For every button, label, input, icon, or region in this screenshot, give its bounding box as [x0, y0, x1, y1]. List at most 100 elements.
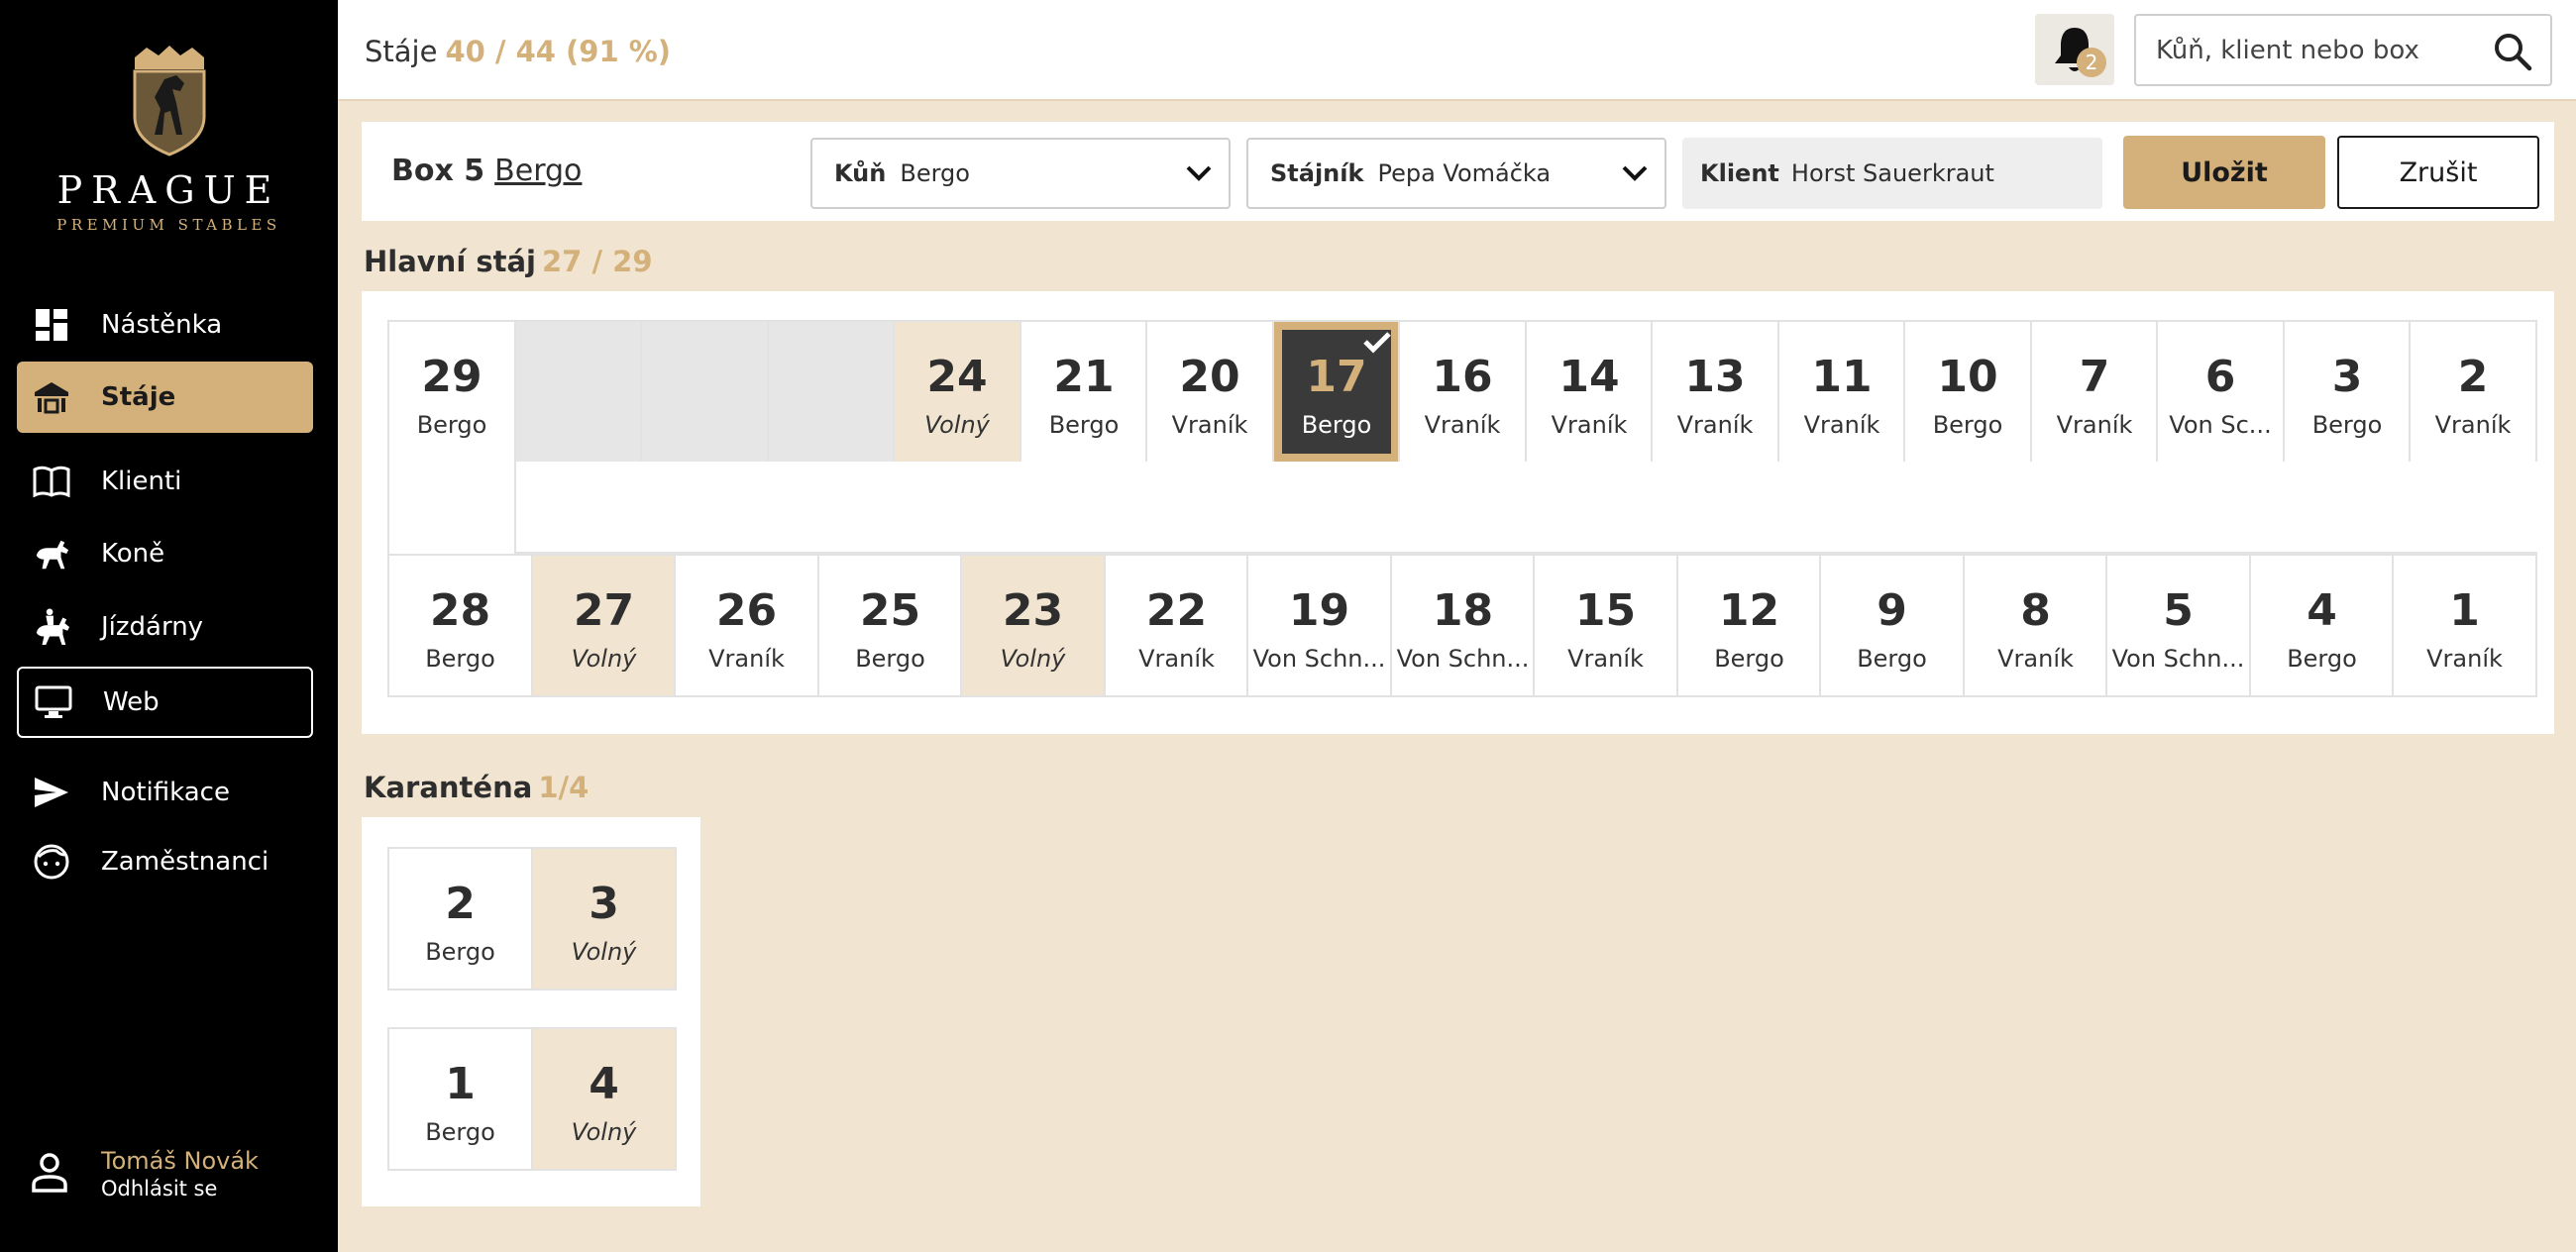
stall-horse-name: Bergo: [1301, 411, 1372, 439]
nav-item-klienti[interactable]: Klienti: [17, 446, 313, 517]
notifications-button[interactable]: 2: [2035, 14, 2114, 85]
stall-box-2[interactable]: 2 Bergo: [387, 847, 533, 991]
stall-box-22[interactable]: 22 Vraník: [1104, 554, 1249, 697]
stall-box-13[interactable]: 13 Vraník: [1651, 320, 1779, 464]
stall-box-17[interactable]: 17 Bergo: [1272, 320, 1401, 464]
save-button[interactable]: Uložit: [2123, 136, 2325, 209]
stall-box-2[interactable]: 2 Vraník: [2409, 320, 2537, 464]
nav-item-zamestnanci[interactable]: Zaměstnanci: [17, 826, 313, 897]
brand-title: PRAGUE: [56, 168, 281, 212]
stall-horse-name: Vraník: [1997, 645, 2074, 673]
stall-horse-name: Von Schn...: [1396, 645, 1530, 673]
stall-box-14[interactable]: 14 Vraník: [1525, 320, 1654, 464]
stall-number: 20: [1179, 352, 1240, 402]
notification-count-badge: 2: [2077, 48, 2106, 77]
horse-select-label: Kůň: [834, 159, 887, 187]
nav-item-web[interactable]: Web: [17, 667, 313, 738]
user-name: Tomáš Novák: [101, 1147, 259, 1175]
box-horse-link[interactable]: Bergo: [494, 154, 582, 188]
stall-box-1[interactable]: 1 Vraník: [2392, 554, 2537, 697]
stall-box-9[interactable]: 9 Bergo: [1819, 554, 1965, 697]
stall-horse-name: Bergo: [855, 645, 925, 673]
stall-box-18[interactable]: 18 Von Schn...: [1390, 554, 1536, 697]
brand-logo[interactable]: PRAGUE PREMIUM STABLES: [0, 40, 338, 234]
stall-horse-name: Bergo: [2287, 645, 2357, 673]
occupancy-stats: 40 / 44 (91 %): [445, 35, 672, 68]
nav-item-label: Notifikace: [101, 778, 230, 807]
stall-number: 26: [715, 585, 778, 636]
search-input[interactable]: [2156, 16, 2493, 84]
stall-horse-name: Vraník: [1171, 411, 1248, 439]
stall-box-3[interactable]: 3 Volný: [531, 847, 677, 991]
stall-box-4[interactable]: 4 Volný: [531, 1027, 677, 1171]
stall-box-28[interactable]: 28 Bergo: [387, 554, 533, 697]
stall-number: 8: [2020, 585, 2051, 636]
user-panel: Tomáš Novák Odhlásit se: [30, 1147, 259, 1200]
stable-icon: [33, 378, 70, 416]
stall-box-5[interactable]: 5 Von Schn...: [2105, 554, 2251, 697]
stall-box-15[interactable]: 15 Vraník: [1533, 554, 1678, 697]
stall-horse-name: Bergo: [2311, 411, 2383, 439]
nav-item-jizdarny[interactable]: Jízdárny: [17, 591, 313, 663]
stall-box-24[interactable]: 24 Volný: [893, 320, 1021, 464]
stall-box-8[interactable]: 8 Vraník: [1963, 554, 2108, 697]
horse-select-value: Bergo: [900, 159, 970, 187]
stall-box-19[interactable]: 19 Von Schn...: [1246, 554, 1392, 697]
stall-placeholder: [640, 320, 769, 464]
stall-box-10[interactable]: 10 Bergo: [1903, 320, 2032, 464]
nav-item-notifikace[interactable]: Notifikace: [17, 757, 313, 828]
nav-item-label: Koně: [101, 539, 165, 569]
horse-select[interactable]: Kůň Bergo: [810, 138, 1231, 209]
groom-select[interactable]: Stájník Pepa Vomáčka: [1246, 138, 1666, 209]
page-title-text: Stáje: [365, 35, 438, 68]
stall-horse-name: Vraník: [1138, 645, 1215, 673]
stall-box-26[interactable]: 26 Vraník: [674, 554, 819, 697]
stall-box-21[interactable]: 21 Bergo: [1020, 320, 1148, 464]
stall-status-free: Volný: [571, 938, 637, 966]
stall-box-7[interactable]: 7 Vraník: [2030, 320, 2159, 464]
stall-box-29[interactable]: 29 Bergo: [387, 320, 516, 464]
cancel-button[interactable]: Zrušit: [2337, 136, 2539, 209]
main-stable-heading: Hlavní stáj 27 / 29: [364, 245, 653, 278]
nav-item-kone[interactable]: Koně: [17, 518, 313, 589]
stall-box-23[interactable]: 23 Volný: [960, 554, 1106, 697]
stall-box-20[interactable]: 20 Vraník: [1145, 320, 1274, 464]
stall-box-16[interactable]: 16 Vraník: [1398, 320, 1527, 464]
stall-box-3[interactable]: 3 Bergo: [2283, 320, 2412, 464]
stall-box-25[interactable]: 25 Bergo: [817, 554, 963, 697]
stall-box-11[interactable]: 11 Vraník: [1777, 320, 1906, 464]
aisle-strip: [514, 462, 2537, 554]
quarantine-heading: Karanténa 1/4: [364, 771, 589, 804]
stall-box-27[interactable]: 27 Volný: [531, 554, 677, 697]
send-icon: [33, 774, 70, 811]
stall-horse-name: Bergo: [1932, 411, 2003, 439]
nav-item-staje[interactable]: Stáje: [17, 362, 313, 433]
stall-horse-name: Bergo: [425, 645, 495, 673]
stall-horse-name: Bergo: [1857, 645, 1927, 673]
horse-crest-icon: [133, 46, 205, 156]
stall-number: 1: [2449, 585, 2480, 636]
stall-horse-name: Vraník: [708, 645, 785, 673]
stall-placeholder: [514, 320, 643, 464]
search-icon[interactable]: [2493, 32, 2532, 75]
dashboard-icon: [33, 306, 70, 344]
stall-box-6[interactable]: 6 Von Sc...: [2156, 320, 2285, 464]
stall-box-4[interactable]: 4 Bergo: [2249, 554, 2395, 697]
stall-number: 27: [573, 585, 635, 636]
stall-number: 23: [1002, 585, 1064, 636]
stall-number: 19: [1288, 585, 1350, 636]
stall-horse-name: Vraník: [2056, 411, 2133, 439]
stall-box-1[interactable]: 1 Bergo: [387, 1027, 533, 1171]
nav-item-nastenka[interactable]: Nástěnka: [17, 289, 313, 361]
stall-placeholder: [767, 320, 896, 464]
chevron-down-icon: [1621, 161, 1649, 189]
stall-horse-name: Vraník: [2426, 645, 2503, 673]
stall-horse-name: Vraník: [1424, 411, 1501, 439]
logout-link[interactable]: Odhlásit se: [101, 1177, 259, 1200]
stall-number: 13: [1684, 352, 1746, 402]
stall-box-12[interactable]: 12 Bergo: [1676, 554, 1822, 697]
rider-icon: [33, 608, 70, 646]
stall-status-free: Volný: [571, 1118, 637, 1146]
page-title: Stáje 40 / 44 (91 %): [365, 35, 671, 68]
quarantine-title: Karanténa: [364, 771, 533, 804]
